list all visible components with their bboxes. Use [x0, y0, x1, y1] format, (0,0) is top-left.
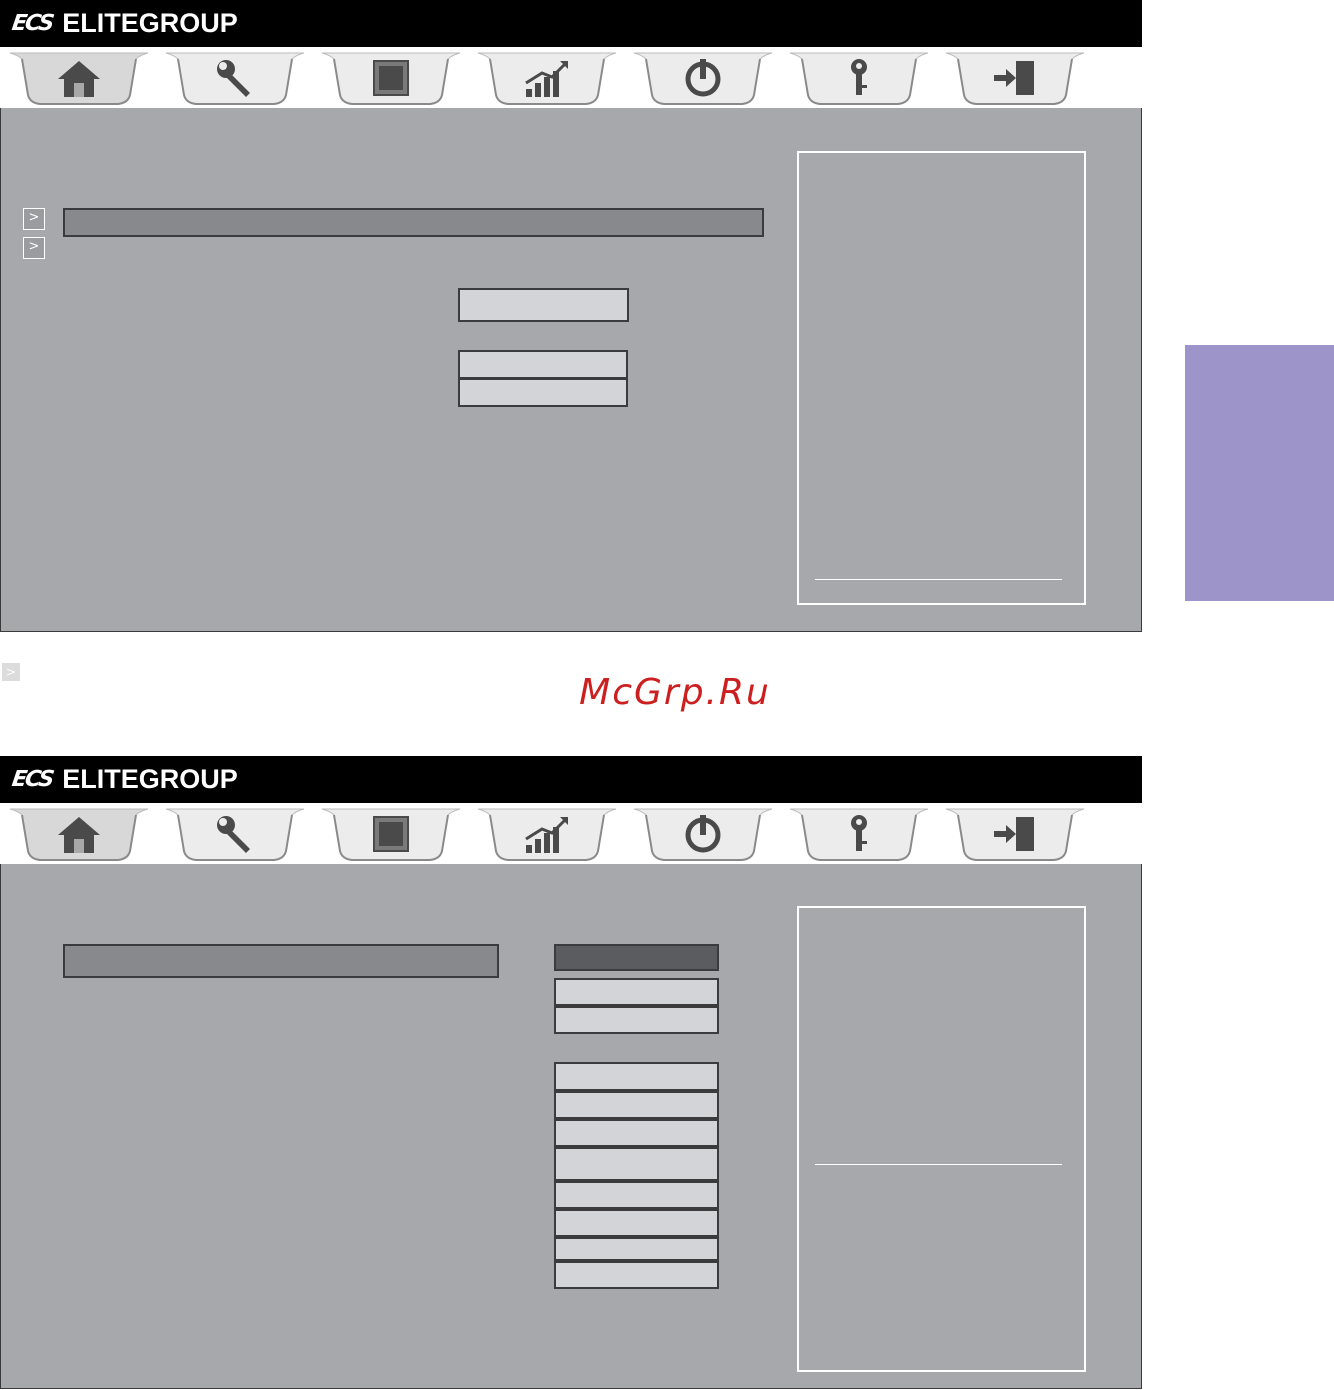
- bios-screen-bottom: ECS ELITEGROUP: [0, 756, 1142, 1390]
- chip-icon: [373, 816, 409, 852]
- exit-door-icon: [994, 817, 1034, 851]
- selected-item-highlight[interactable]: [63, 944, 499, 978]
- logo-text: ELITEGROUP: [62, 763, 238, 794]
- tab-main[interactable]: [8, 51, 150, 107]
- help-divider: [815, 579, 1062, 580]
- chart-growth-icon: [525, 817, 568, 853]
- note-arrow-icon: >: [2, 663, 20, 681]
- tab-performance[interactable]: [476, 807, 618, 863]
- submenu-arrow-icon[interactable]: >: [23, 237, 45, 259]
- logo-mark: ECS: [10, 766, 54, 792]
- tab-chipset[interactable]: [320, 807, 462, 863]
- settings-panel: [0, 864, 1142, 1389]
- title-bar: ECS ELITEGROUP: [0, 0, 1142, 47]
- ecs-logo: ECS ELITEGROUP: [10, 6, 238, 40]
- bios-screen-top: ECS ELITEGROUP > >: [0, 0, 1142, 633]
- chip-icon: [373, 60, 409, 96]
- value-field[interactable]: [554, 978, 719, 1006]
- tab-chipset[interactable]: [320, 51, 462, 107]
- title-bar: ECS ELITEGROUP: [0, 756, 1142, 803]
- key-icon: [851, 815, 867, 851]
- help-panel: [797, 906, 1086, 1372]
- tab-advanced[interactable]: [164, 807, 306, 863]
- ecs-logo: ECS ELITEGROUP: [10, 762, 238, 796]
- value-field[interactable]: [554, 1181, 719, 1209]
- value-field[interactable]: [458, 288, 629, 322]
- help-divider: [815, 1164, 1062, 1165]
- wrench-icon: [217, 60, 250, 97]
- power-icon: [685, 59, 721, 97]
- selected-value-field[interactable]: [554, 944, 719, 971]
- tab-exit[interactable]: [944, 807, 1086, 863]
- tab-security[interactable]: [788, 807, 930, 863]
- key-icon: [851, 59, 867, 95]
- submenu-arrow-icon[interactable]: >: [23, 208, 45, 230]
- tab-main[interactable]: [8, 807, 150, 863]
- power-icon: [685, 815, 721, 853]
- tab-performance[interactable]: [476, 51, 618, 107]
- tab-advanced[interactable]: [164, 51, 306, 107]
- value-field[interactable]: [554, 1091, 719, 1119]
- logo-text: ELITEGROUP: [62, 7, 238, 38]
- logo-mark: ECS: [10, 10, 54, 36]
- wrench-icon: [217, 816, 250, 853]
- home-icon: [58, 61, 100, 97]
- value-field[interactable]: [554, 1119, 719, 1147]
- value-field[interactable]: [554, 1006, 719, 1034]
- settings-panel: > >: [0, 108, 1142, 632]
- tab-security[interactable]: [788, 51, 930, 107]
- tab-bar: [0, 803, 1142, 864]
- exit-door-icon: [994, 61, 1034, 95]
- chapter-side-tab: [1185, 345, 1334, 601]
- value-field[interactable]: [554, 1261, 719, 1289]
- value-field[interactable]: [458, 350, 628, 379]
- tab-exit[interactable]: [944, 51, 1086, 107]
- tab-power[interactable]: [632, 51, 774, 107]
- value-field[interactable]: [554, 1062, 719, 1091]
- selected-item-highlight[interactable]: [63, 208, 764, 237]
- watermark: McGrp.Ru: [579, 672, 771, 713]
- home-icon: [58, 817, 100, 853]
- tab-bar: [0, 47, 1142, 108]
- tab-power[interactable]: [632, 807, 774, 863]
- value-field[interactable]: [554, 1209, 719, 1237]
- chart-growth-icon: [525, 61, 568, 97]
- value-field[interactable]: [554, 1237, 719, 1261]
- value-field[interactable]: [458, 378, 628, 407]
- value-field[interactable]: [554, 1147, 719, 1181]
- help-panel: [797, 151, 1086, 605]
